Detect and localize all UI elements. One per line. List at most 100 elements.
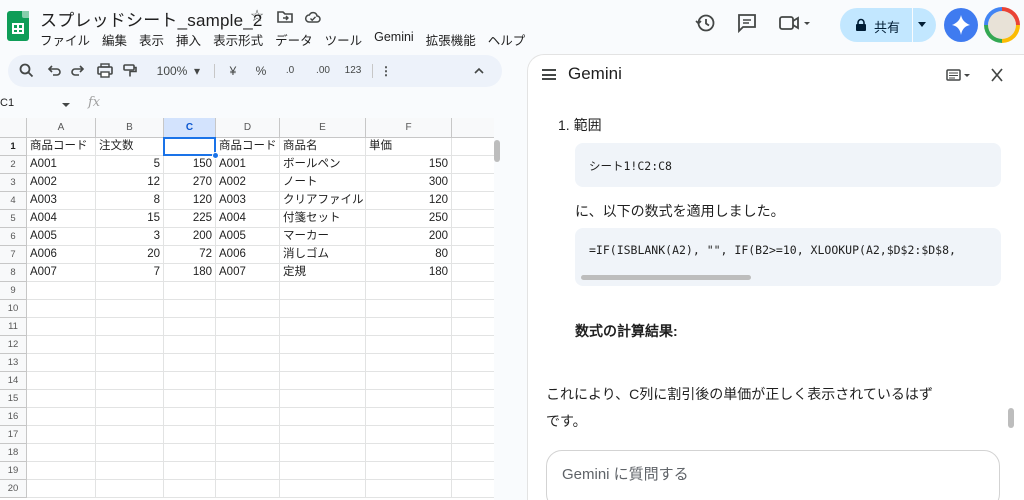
cell[interactable]: [366, 408, 452, 426]
cell[interactable]: [366, 318, 452, 336]
version-history-icon[interactable]: [694, 12, 716, 34]
cell[interactable]: [452, 462, 494, 480]
menu-format[interactable]: 表示形式: [213, 30, 263, 49]
cell[interactable]: マーカー: [280, 228, 366, 246]
cell[interactable]: [366, 336, 452, 354]
row-header[interactable]: 8: [0, 264, 27, 282]
row-header[interactable]: 14: [0, 372, 27, 390]
zoom-chevron-down-icon[interactable]: ▾: [192, 55, 202, 87]
cell[interactable]: [164, 138, 216, 156]
menu-extensions[interactable]: 拡張機能: [426, 30, 476, 49]
panel-layout-icon[interactable]: [946, 67, 974, 83]
cell[interactable]: [164, 318, 216, 336]
cell[interactable]: 8: [96, 192, 164, 210]
comment-icon[interactable]: [736, 12, 758, 34]
cell[interactable]: [280, 318, 366, 336]
decrease-decimal-button[interactable]: .0: [280, 55, 300, 87]
percent-format-button[interactable]: %: [254, 55, 268, 87]
cell[interactable]: A004: [27, 210, 96, 228]
cell[interactable]: A007: [216, 264, 280, 282]
fill-handle[interactable]: [212, 152, 219, 159]
cell[interactable]: [216, 282, 280, 300]
account-avatar[interactable]: [984, 7, 1020, 43]
row-header[interactable]: 13: [0, 354, 27, 372]
cell[interactable]: 72: [164, 246, 216, 264]
cell[interactable]: [280, 408, 366, 426]
row-header[interactable]: 3: [0, 174, 27, 192]
cell[interactable]: [27, 462, 96, 480]
cell[interactable]: 商品コード: [27, 138, 96, 156]
row-header[interactable]: 15: [0, 390, 27, 408]
cell[interactable]: A001: [27, 156, 96, 174]
cell[interactable]: A003: [216, 192, 280, 210]
cell[interactable]: [27, 444, 96, 462]
cell[interactable]: [27, 390, 96, 408]
cell[interactable]: A004: [216, 210, 280, 228]
cell[interactable]: [27, 336, 96, 354]
cell[interactable]: 単価: [366, 138, 452, 156]
cell[interactable]: [216, 354, 280, 372]
cell[interactable]: A005: [216, 228, 280, 246]
cell[interactable]: 200: [366, 228, 452, 246]
cell[interactable]: A002: [216, 174, 280, 192]
select-all-corner[interactable]: [0, 118, 27, 138]
cell[interactable]: [366, 282, 452, 300]
cell[interactable]: [216, 462, 280, 480]
cell[interactable]: [280, 390, 366, 408]
cell[interactable]: [96, 372, 164, 390]
meet-icon[interactable]: [778, 12, 812, 34]
cell[interactable]: [164, 336, 216, 354]
number-format-button[interactable]: 123: [342, 55, 364, 87]
cell[interactable]: A005: [27, 228, 96, 246]
cell[interactable]: [27, 480, 96, 498]
sheet-vertical-scrollbar[interactable]: [494, 140, 500, 162]
cell[interactable]: [164, 354, 216, 372]
row-header[interactable]: 10: [0, 300, 27, 318]
cell[interactable]: [216, 318, 280, 336]
cell[interactable]: 150: [366, 156, 452, 174]
close-icon[interactable]: [988, 67, 1006, 83]
chevron-up-icon[interactable]: [472, 55, 486, 87]
star-icon[interactable]: ☆: [248, 8, 266, 26]
cell[interactable]: [96, 444, 164, 462]
cell[interactable]: [27, 300, 96, 318]
menu-tools[interactable]: ツール: [325, 30, 363, 49]
cell[interactable]: [366, 426, 452, 444]
panel-vertical-scrollbar[interactable]: [1008, 408, 1014, 428]
cell[interactable]: 180: [164, 264, 216, 282]
column-header-a[interactable]: A: [27, 118, 96, 138]
row-header[interactable]: 9: [0, 282, 27, 300]
cell[interactable]: A006: [216, 246, 280, 264]
column-header-g[interactable]: [452, 118, 494, 138]
search-icon[interactable]: [18, 55, 34, 87]
menu-view[interactable]: 表示: [139, 30, 164, 49]
cell[interactable]: [452, 228, 494, 246]
cell[interactable]: [164, 480, 216, 498]
cell[interactable]: A003: [27, 192, 96, 210]
cell[interactable]: [96, 336, 164, 354]
cell[interactable]: [216, 390, 280, 408]
cell[interactable]: [96, 408, 164, 426]
cell[interactable]: [164, 426, 216, 444]
menu-gemini[interactable]: Gemini: [374, 30, 414, 49]
cell[interactable]: [452, 354, 494, 372]
cell[interactable]: [280, 426, 366, 444]
row-header[interactable]: 16: [0, 408, 27, 426]
column-header-e[interactable]: E: [280, 118, 366, 138]
menu-insert[interactable]: 挿入: [176, 30, 201, 49]
cell[interactable]: 消しゴム: [280, 246, 366, 264]
row-header[interactable]: 20: [0, 480, 27, 498]
cell[interactable]: [280, 336, 366, 354]
cell[interactable]: [216, 426, 280, 444]
move-folder-icon[interactable]: [276, 8, 294, 26]
cell[interactable]: 15: [96, 210, 164, 228]
cell[interactable]: [164, 444, 216, 462]
cell[interactable]: [452, 192, 494, 210]
cell[interactable]: [452, 318, 494, 336]
cell[interactable]: [452, 264, 494, 282]
cell[interactable]: 225: [164, 210, 216, 228]
cell[interactable]: 250: [366, 210, 452, 228]
undo-icon[interactable]: [46, 55, 62, 87]
cell[interactable]: [452, 156, 494, 174]
row-header[interactable]: 18: [0, 444, 27, 462]
